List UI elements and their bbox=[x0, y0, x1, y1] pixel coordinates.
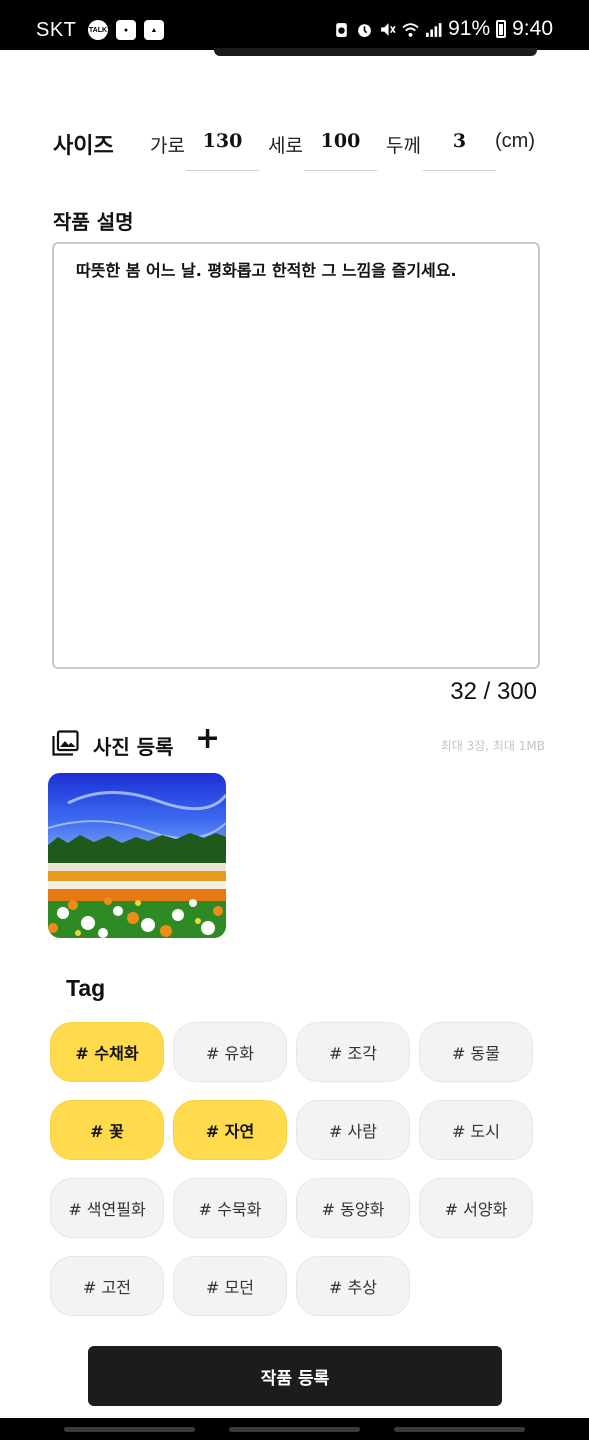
signal-icon bbox=[426, 22, 442, 37]
nav-back-button[interactable] bbox=[394, 1427, 525, 1432]
tag-chip[interactable]: # 동양화 bbox=[296, 1178, 410, 1238]
status-bar: SKT TALK ● ▲ 91% 9:40 bbox=[0, 0, 589, 50]
tag-chip[interactable]: # 사람 bbox=[296, 1100, 410, 1160]
photo-limit-text: 최대 3장, 최대 1MB bbox=[440, 739, 545, 753]
tag-title: Tag bbox=[66, 975, 106, 1001]
gallery-icon bbox=[52, 730, 79, 756]
tag-chip[interactable]: # 색연필화 bbox=[50, 1178, 164, 1238]
size-section: 사이즈 가로 130 세로 100 두께 3 (cm) bbox=[0, 120, 589, 180]
battery-percent: 91% bbox=[448, 17, 491, 40]
description-textarea[interactable]: 따뜻한 봄 어느 날. 평화롭고 한적한 그 느낌을 즐기세요. bbox=[52, 242, 540, 669]
tag-chip[interactable]: # 유화 bbox=[173, 1022, 287, 1082]
battery-saver-icon bbox=[336, 22, 347, 37]
battery-icon bbox=[496, 20, 507, 38]
tag-grid: # 수채화 # 유화 # 조각 # 동물 # 꽃 # 자연 # 사람 # 도시 # 색연필화 # … bbox=[50, 1022, 540, 1316]
height-label: 세로 bbox=[268, 135, 303, 157]
system-icons: 91% 9:40 bbox=[333, 17, 553, 41]
tag-chip[interactable]: # 조각 bbox=[296, 1022, 410, 1082]
character-count: 32 / 300 bbox=[450, 678, 537, 705]
talk-icon: TALK bbox=[88, 20, 108, 40]
width-input[interactable]: 130 bbox=[186, 120, 259, 171]
clock: 9:40 bbox=[512, 17, 553, 40]
tag-chip[interactable]: # 고전 bbox=[50, 1256, 164, 1316]
carrier-label: SKT bbox=[36, 19, 77, 41]
nav-recent-button[interactable] bbox=[64, 1427, 195, 1432]
photo-section-header: 사진 등록 + 최대 3장, 최대 1MB bbox=[52, 724, 547, 762]
size-title: 사이즈 bbox=[53, 134, 114, 159]
flower-field-photo[interactable] bbox=[48, 773, 226, 938]
description-title: 작품 설명 bbox=[53, 210, 134, 234]
add-photo-button[interactable]: + bbox=[195, 724, 220, 754]
depth-input[interactable]: 3 bbox=[423, 120, 496, 171]
description-text: 따뜻한 봄 어느 날. 평화롭고 한적한 그 느낌을 즐기세요. bbox=[76, 261, 457, 280]
unit-label: (cm) bbox=[495, 130, 535, 152]
tag-chip[interactable]: # 추상 bbox=[296, 1256, 410, 1316]
tag-chip[interactable]: # 서양화 bbox=[419, 1178, 533, 1238]
tag-chip[interactable]: # 동물 bbox=[419, 1022, 533, 1082]
wifi-icon bbox=[402, 22, 419, 37]
gallery-icon: ▲ bbox=[144, 20, 164, 40]
nav-home-button[interactable] bbox=[229, 1427, 360, 1432]
tag-chip[interactable]: # 도시 bbox=[419, 1100, 533, 1160]
tag-chip[interactable]: # 수채화 bbox=[50, 1022, 164, 1082]
depth-label: 두께 bbox=[386, 135, 421, 157]
scrolled-element-edge bbox=[214, 48, 537, 56]
height-input[interactable]: 100 bbox=[304, 120, 377, 171]
tag-chip[interactable]: # 자연 bbox=[173, 1100, 287, 1160]
navigation-bar bbox=[0, 1418, 589, 1440]
mute-icon bbox=[381, 22, 396, 36]
photo-title: 사진 등록 bbox=[93, 735, 174, 759]
tag-chip[interactable]: # 수묵화 bbox=[173, 1178, 287, 1238]
width-label: 가로 bbox=[150, 135, 185, 157]
tag-chip[interactable]: # 꽃 bbox=[50, 1100, 164, 1160]
notification-icon: ● bbox=[116, 20, 136, 40]
tag-chip[interactable]: # 모던 bbox=[173, 1256, 287, 1316]
notification-icons: TALK ● ▲ bbox=[88, 20, 164, 40]
register-artwork-button[interactable]: 작품 등록 bbox=[88, 1346, 502, 1406]
alarm-icon bbox=[358, 23, 371, 37]
photo-image bbox=[48, 773, 226, 938]
